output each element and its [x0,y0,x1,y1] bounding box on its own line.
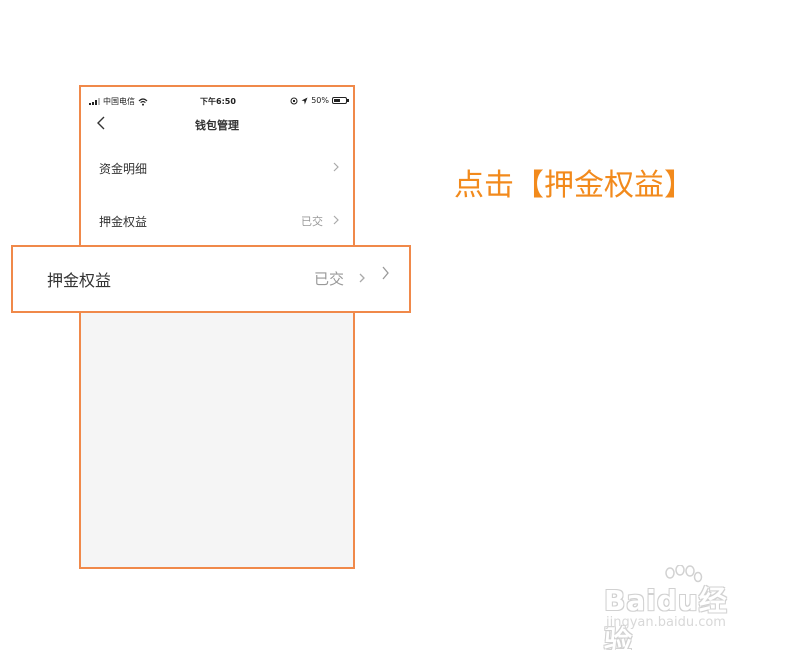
battery-percent: 50% [311,96,329,105]
chevron-right-icon [333,215,339,225]
zoomed-deposit-rights-row[interactable]: 押金权益 已交 [11,245,411,313]
chevron-right-icon [333,162,339,172]
phone-screenshot: 中国电信 下午6:50 50% 钱包管理 资金明细 押金权益 已交 [79,85,355,569]
list-item-label: 资金明细 [99,162,148,176]
list-item-label: 押金权益 [99,215,148,229]
list-item-fund-details[interactable]: 资金明细 [99,157,341,177]
phone-content: 中国电信 下午6:50 50% 钱包管理 资金明细 押金权益 已交 [81,87,353,247]
chevron-right-icon [382,266,389,280]
location-icon [301,97,308,104]
list-item-deposit-rights[interactable]: 押金权益 已交 [99,210,341,230]
callout-value: 已交 [314,270,345,288]
nav-bar: 钱包管理 [81,113,353,135]
chevron-right-icon [359,273,365,283]
baidu-jingyan-watermark: Baidu经验 jingyan.baidu.com [604,565,754,650]
status-bar: 中国电信 下午6:50 50% [89,96,349,108]
battery-icon [332,97,349,104]
page-title: 钱包管理 [195,119,239,132]
callout-label: 押金权益 [47,271,112,290]
watermark-url: jingyan.baidu.com [606,615,726,630]
list-item-value: 已交 [301,215,323,228]
instruction-text: 点击【押金权益】 [454,168,694,203]
lock-rotation-icon [290,97,298,104]
